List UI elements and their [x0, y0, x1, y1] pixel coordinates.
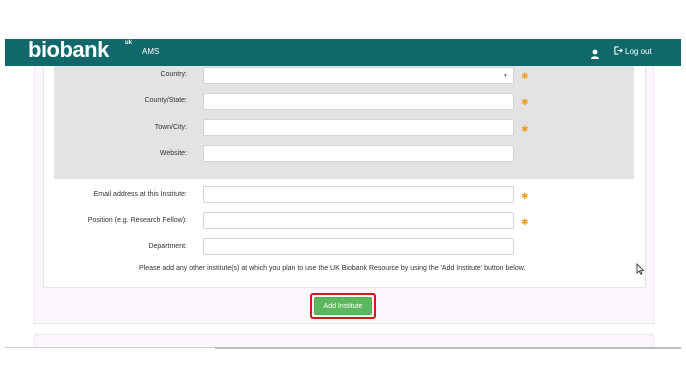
position-input[interactable] — [203, 212, 514, 229]
position-label: Position (e.g. Research Fellow): — [87, 217, 187, 224]
logout-label: Log out — [625, 47, 652, 56]
biobank-logo[interactable]: biobank — [28, 37, 109, 63]
country-label: Country: — [160, 71, 187, 78]
logo-uk-suffix: uk — [125, 40, 133, 46]
add-institute-button[interactable]: Add Institute — [314, 297, 372, 315]
logout-link[interactable]: Log out — [614, 46, 652, 57]
town-city-label: Town/City: — [154, 124, 187, 131]
website-input[interactable] — [203, 145, 514, 162]
website-label: Website: — [159, 150, 187, 157]
department-label: Department: — [148, 243, 187, 250]
next-panel — [34, 334, 654, 348]
add-institute-notice: Please add any other institute(s) at whi… — [139, 265, 526, 272]
app-label: AMS — [142, 47, 160, 56]
logout-icon — [614, 46, 623, 57]
required-icon: ✱ — [521, 124, 529, 134]
country-select[interactable]: ▼ — [203, 67, 514, 84]
email-label: Email address at this Institute: — [93, 191, 187, 198]
required-icon: ✱ — [521, 191, 529, 201]
required-icon: ✱ — [521, 217, 529, 227]
mouse-cursor-icon — [636, 262, 645, 275]
page: biobank uk AMS Log out Country: ▼ ✱ Coun… — [0, 0, 686, 386]
chevron-down-icon: ▼ — [503, 73, 508, 79]
required-icon: ✱ — [521, 97, 529, 107]
scrollbar[interactable] — [215, 347, 681, 349]
county-state-label: County/State: — [144, 97, 187, 104]
county-state-input[interactable] — [203, 93, 514, 110]
email-field[interactable] — [203, 186, 514, 203]
town-city-input[interactable] — [203, 119, 514, 136]
department-input[interactable] — [203, 238, 514, 255]
required-icon: ✱ — [521, 71, 529, 81]
user-icon[interactable] — [590, 46, 600, 59]
